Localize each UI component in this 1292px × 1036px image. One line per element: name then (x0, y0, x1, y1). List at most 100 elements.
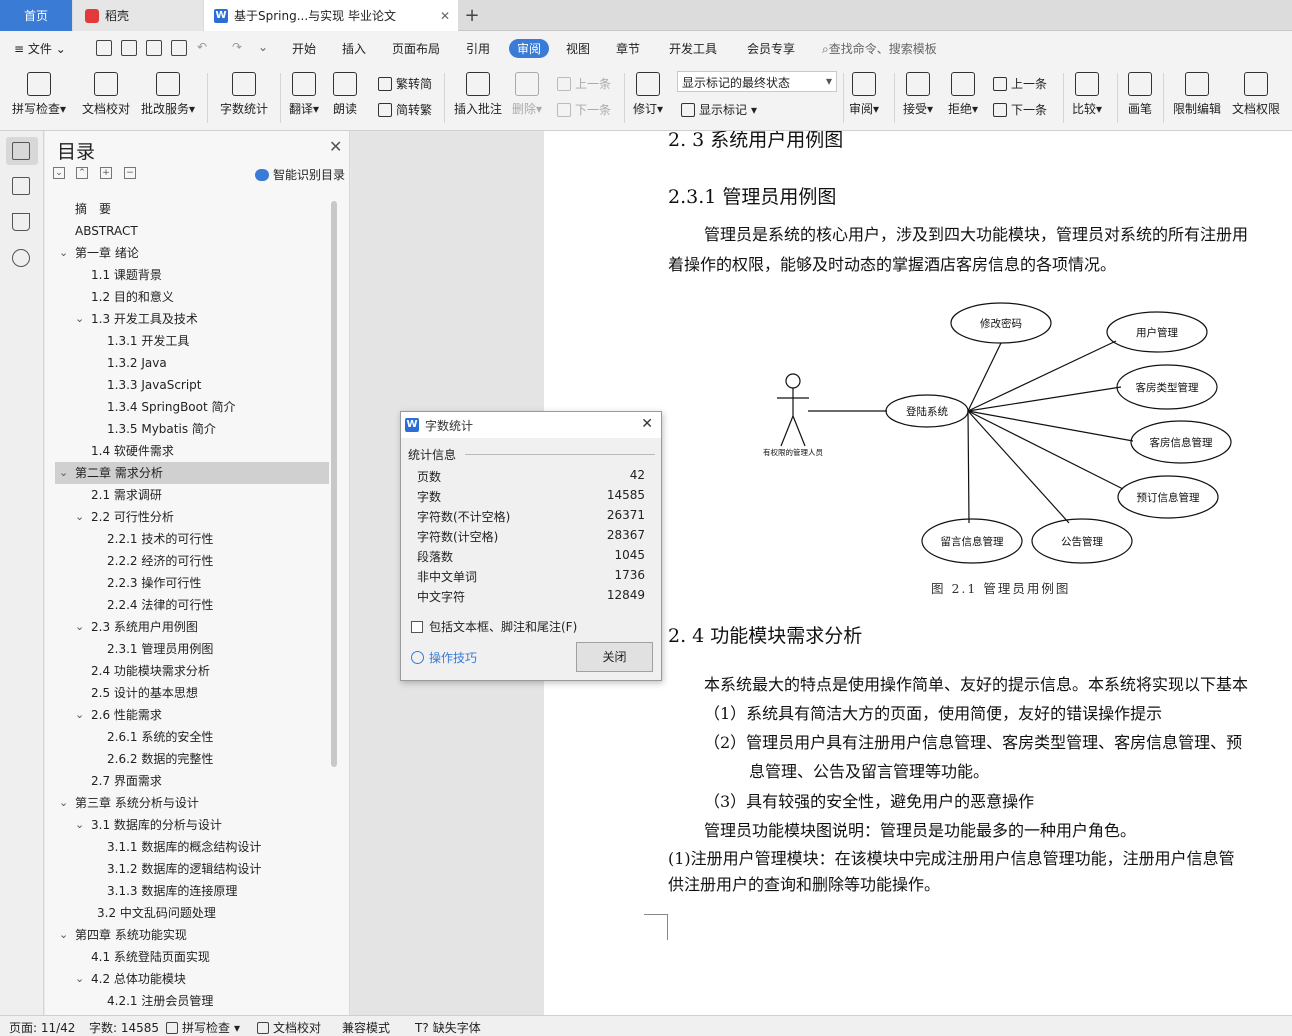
toc-item[interactable]: 3.1.3 数据库的连接原理 (107, 880, 237, 902)
toc-item[interactable]: 1.4 软硬件需求 (91, 440, 174, 462)
chevron-down-icon[interactable]: ⌄ (75, 818, 84, 831)
menu-review[interactable]: 审阅 (509, 39, 549, 58)
tips-link[interactable]: 操作技巧 (411, 649, 477, 666)
restrict-editing-button[interactable]: 限制编辑 (1173, 72, 1221, 117)
include-textbox-checkbox[interactable]: 包括文本框、脚注和尾注(F) (411, 618, 577, 635)
toc-item[interactable]: 第一章 绪论 (75, 242, 139, 264)
toc-item[interactable]: 1.1 课题背景 (91, 264, 162, 286)
pen-button[interactable]: 画笔 (1128, 72, 1152, 117)
toc-item[interactable]: 3.1.1 数据库的概念结构设计 (107, 836, 261, 858)
doc-proof-status[interactable]: 文档校对 (257, 1019, 321, 1036)
chevron-down-icon[interactable]: ⌄ (75, 312, 84, 325)
toc-item[interactable]: 第四章 系统功能实现 (75, 924, 187, 946)
show-markup-button[interactable]: 显示标记▾ (681, 101, 757, 118)
add-heading-icon[interactable]: + (100, 167, 112, 179)
chevron-down-icon[interactable]: ⌄ (59, 246, 68, 259)
dialog-titlebar[interactable]: W字数统计✕ (401, 412, 661, 438)
toc-item[interactable]: 2.7 界面需求 (91, 770, 162, 792)
toc-item[interactable]: 2.2.2 经济的可行性 (107, 550, 213, 572)
doc-permission-button[interactable]: 文档权限 (1232, 72, 1280, 117)
chevron-down-icon[interactable]: ⌄ (75, 708, 84, 721)
toc-item[interactable]: 4.2.1 注册会员管理 (107, 990, 213, 1012)
toc-item[interactable]: 第二章 需求分析 (75, 462, 163, 484)
undo-icon[interactable]: ↶ (197, 40, 207, 54)
chevron-down-icon[interactable]: ⌄ (75, 972, 84, 985)
spell-check-status[interactable]: 拼写检查▾ (166, 1019, 240, 1036)
next-comment-button[interactable]: 下一条 (557, 101, 611, 118)
toc-item[interactable]: 2.6.2 数据的完整性 (107, 748, 213, 770)
toc-item[interactable]: 1.3.5 Mybatis 简介 (107, 418, 216, 440)
toc-item[interactable]: 4.1 系统登陆页面实现 (91, 946, 210, 968)
toc-scrollbar[interactable] (331, 201, 337, 767)
toc-item[interactable]: 2.4 功能模块需求分析 (91, 660, 210, 682)
toc-item[interactable]: 2.1 需求调研 (91, 484, 162, 506)
toc-item[interactable]: 第三章 系统分析与设计 (75, 792, 199, 814)
collapse-all-icon[interactable]: ⌄ (53, 167, 65, 179)
tab-document[interactable]: W基于Spring...与实现 毕业论文✕ (204, 0, 458, 31)
delete-comment-button[interactable]: 删除▾ (512, 72, 542, 117)
toc-item[interactable]: 4.2 总体功能模块 (91, 968, 186, 990)
review-pane-button[interactable]: 审阅▾ (849, 72, 879, 117)
chevron-down-icon[interactable]: ⌄ (75, 620, 84, 633)
menu-start[interactable]: 开始 (292, 40, 316, 57)
file-menu[interactable]: ≡ 文件 ⌄ (14, 40, 66, 57)
toc-item[interactable]: 2.3 系统用户用例图 (91, 616, 198, 638)
export-icon[interactable] (121, 40, 137, 56)
compare-button[interactable]: 比较▾ (1072, 72, 1102, 117)
batch-service-button[interactable]: 批改服务▾ (141, 72, 195, 117)
accept-button[interactable]: 接受▾ (903, 72, 933, 117)
redo-icon[interactable]: ↷ (232, 40, 242, 54)
close-tab-icon[interactable]: ✕ (440, 9, 450, 23)
print-icon[interactable] (146, 40, 162, 56)
chevron-down-icon[interactable]: ⌄ (59, 466, 68, 479)
close-button[interactable]: 关闭 (576, 642, 653, 672)
menu-member[interactable]: 会员专享 (747, 40, 795, 57)
toc-item[interactable]: 2.2 可行性分析 (91, 506, 174, 528)
translate-button[interactable]: 翻译▾ (289, 72, 319, 117)
word-count-status[interactable]: 字数: 14585 (89, 1019, 159, 1036)
menu-insert[interactable]: 插入 (342, 40, 366, 57)
smart-toc-button[interactable]: 智能识别目录 (255, 166, 345, 183)
menu-view[interactable]: 视图 (566, 40, 590, 57)
tab-home[interactable]: 首页 (0, 0, 72, 31)
toc-item[interactable]: 1.3.3 JavaScript (107, 374, 202, 396)
close-icon[interactable]: ✕ (329, 137, 342, 156)
menu-dev-tools[interactable]: 开发工具 (669, 40, 717, 57)
more-icon[interactable]: ⌄ (258, 40, 268, 54)
toc-item[interactable]: 1.2 目的和意义 (91, 286, 174, 308)
toc-item[interactable]: 1.3.1 开发工具 (107, 330, 189, 352)
menu-layout[interactable]: 页面布局 (392, 40, 440, 57)
find-icon[interactable] (12, 249, 30, 267)
toc-item[interactable]: 2.6.1 系统的安全性 (107, 726, 213, 748)
toc-item[interactable]: 3.2 中文乱码问题处理 (97, 902, 216, 924)
tab-daoke[interactable]: 稻壳 (73, 0, 203, 31)
expand-up-icon[interactable]: ⌃ (76, 167, 88, 179)
close-icon[interactable]: ✕ (641, 416, 653, 432)
bookmark-icon[interactable] (12, 213, 30, 231)
toc-item[interactable]: 摘 要 (75, 198, 111, 220)
chevron-down-icon[interactable]: ⌄ (75, 510, 84, 523)
toc-icon[interactable] (12, 142, 30, 160)
reject-button[interactable]: 拒绝▾ (948, 72, 978, 117)
command-search[interactable]: ⌕查找命令、搜索模板 (822, 40, 937, 57)
chevron-down-icon[interactable]: ⌄ (59, 928, 68, 941)
page-indicator[interactable]: 页面: 11/42 (9, 1019, 75, 1036)
missing-font-status[interactable]: T?缺失字体 (415, 1019, 481, 1036)
menu-reference[interactable]: 引用 (466, 40, 490, 57)
toc-item[interactable]: ABSTRACT (75, 220, 138, 242)
print-preview-icon[interactable] (171, 40, 187, 56)
remove-heading-icon[interactable]: − (124, 167, 136, 179)
chevron-down-icon[interactable]: ⌄ (59, 796, 68, 809)
toc-item[interactable]: 2.2.1 技术的可行性 (107, 528, 213, 550)
toc-item[interactable]: 2.2.4 法律的可行性 (107, 594, 213, 616)
toc-item[interactable]: 3.1 数据库的分析与设计 (91, 814, 222, 836)
menu-chapter[interactable]: 章节 (616, 40, 640, 57)
toc-item[interactable]: 2.3.1 管理员用例图 (107, 638, 213, 660)
next-change-button[interactable]: 下一条 (993, 101, 1047, 118)
word-count-button[interactable]: 字数统计 (220, 72, 268, 117)
to-traditional-button[interactable]: 简转繁 (378, 101, 432, 118)
prev-comment-button[interactable]: 上一条 (557, 75, 611, 92)
read-aloud-button[interactable]: 朗读 (333, 72, 357, 117)
to-simplified-button[interactable]: 繁转简 (378, 75, 432, 92)
chapter-nav-icon[interactable] (12, 177, 30, 195)
